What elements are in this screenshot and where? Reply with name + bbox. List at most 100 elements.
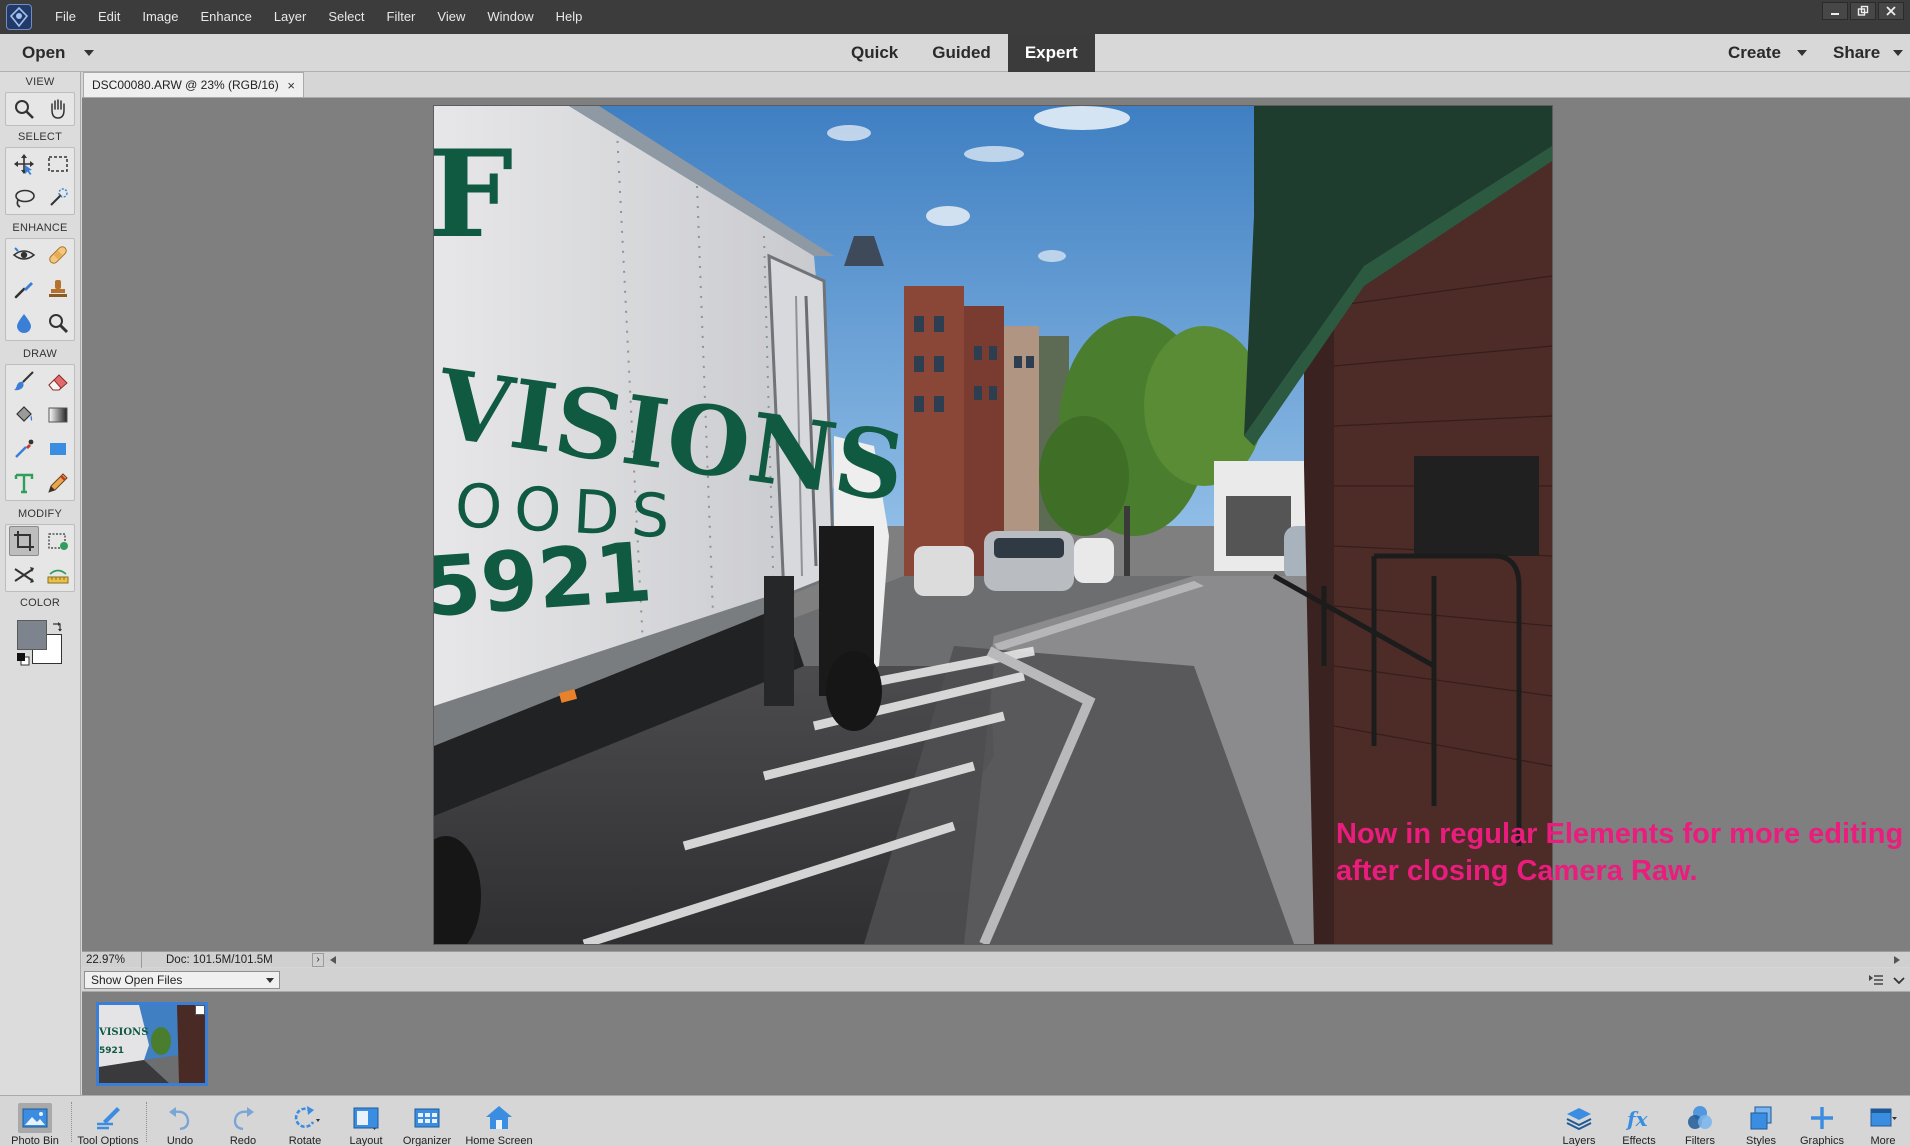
close-window-button[interactable] [1878,2,1904,20]
brush-tool-button[interactable] [9,366,39,396]
recompose-icon [48,533,68,550]
marquee-icon [48,156,68,172]
taskbar-separator [71,1102,72,1142]
collapse-bin-icon[interactable] [1892,973,1906,987]
home-screen-button[interactable]: Home Screen [465,1098,533,1146]
scroll-right-icon[interactable] [1894,956,1900,964]
organizer-button[interactable]: Organizer [395,1098,459,1146]
blur-tool-button[interactable] [9,308,39,338]
undo-button[interactable]: Undo [148,1098,212,1146]
canvas-area[interactable]: F VISIONS OODS 5921 Now in regular Eleme… [82,98,1910,951]
quick-selection-tool-button[interactable] [43,183,73,213]
menu-select[interactable]: Select [317,0,375,34]
brush-icon [14,371,34,391]
hand-tool-button[interactable] [43,94,73,124]
clone-stamp-tool-button[interactable] [43,274,73,304]
tab-quick[interactable]: Quick [834,34,915,72]
pencil-tool-button[interactable] [43,468,73,498]
status-menu-arrow[interactable]: › [312,953,324,967]
effects-button[interactable]: fx Effects [1607,1098,1671,1146]
thumbnail-badge [195,1005,205,1015]
truck-text-f: F [434,124,513,265]
move-tool-button[interactable] [9,149,39,179]
straighten-tool-button[interactable] [43,560,73,590]
open-button[interactable]: Open [22,34,65,72]
scroll-left-icon[interactable] [330,956,336,964]
layers-button[interactable]: Layers [1547,1098,1611,1146]
rectangular-marquee-tool-button[interactable] [43,149,73,179]
menu-view[interactable]: View [426,0,476,34]
gradient-tool-button[interactable] [43,400,73,430]
paint-bucket-icon [16,406,33,422]
eraser-icon [48,374,68,391]
horizontal-scrollbar[interactable] [328,955,1902,965]
tool-group-view [5,92,75,126]
smart-brush-tool-button[interactable] [9,274,39,304]
menu-filter[interactable]: Filter [376,0,427,34]
eyedropper-tool-button[interactable] [9,434,39,464]
tool-options-button[interactable]: Tool Options [76,1098,140,1146]
foreground-color-swatch[interactable] [17,620,47,650]
menu-layer[interactable]: Layer [263,0,318,34]
graphics-button[interactable]: Graphics [1790,1098,1854,1146]
annotation-line-2: after closing Camera Raw. [1336,855,1698,887]
rectangle-shape-tool-button[interactable] [43,434,73,464]
redo-button[interactable]: Redo [211,1098,275,1146]
open-dropdown-icon[interactable] [84,50,94,56]
eraser-tool-button[interactable] [43,366,73,396]
section-label-draw: DRAW [23,348,57,360]
photo-bin-button[interactable]: Photo Bin [3,1098,67,1146]
minimize-button[interactable] [1822,2,1848,20]
recompose-tool-button[interactable] [43,526,73,556]
menu-window[interactable]: Window [476,0,544,34]
undo-label: Undo [166,1135,194,1146]
tab-expert[interactable]: Expert [1007,34,1095,72]
content-aware-move-icon [14,567,34,583]
menu-image[interactable]: Image [131,0,189,34]
close-document-icon[interactable]: × [287,73,295,98]
more-button[interactable]: More [1851,1098,1910,1146]
layout-button[interactable]: Layout [334,1098,398,1146]
app-logo-icon[interactable] [6,4,32,30]
sponge-tool-button[interactable] [43,308,73,338]
swap-colors-icon[interactable] [51,620,63,632]
hand-icon [51,99,65,119]
restore-button[interactable] [1850,2,1876,20]
share-button[interactable]: Share [1833,34,1880,72]
rotate-label: Rotate [288,1135,322,1146]
document-tab[interactable]: DSC00080.ARW @ 23% (RGB/16) × [83,72,304,98]
menu-edit[interactable]: Edit [87,0,131,34]
create-button[interactable]: Create [1728,34,1781,72]
filters-button[interactable]: Filters [1668,1098,1732,1146]
menu-enhance[interactable]: Enhance [190,0,263,34]
create-dropdown-icon[interactable] [1797,50,1807,56]
bandage-icon [49,246,67,264]
crop-tool-button[interactable] [9,526,39,556]
photo-bin-header: Show Open Files [82,968,1910,992]
bin-menu-icon[interactable] [1868,973,1884,987]
zoom-level-field[interactable]: 22.97% [86,952,142,968]
paint-bucket-tool-button[interactable] [9,400,39,430]
menu-items: File Edit Image Enhance Layer Select Fil… [44,0,593,34]
section-label-view: VIEW [25,76,55,88]
default-colors-icon[interactable] [16,652,30,666]
spot-healing-brush-tool-button[interactable] [43,240,73,270]
lasso-tool-button[interactable] [9,183,39,213]
share-dropdown-icon[interactable] [1893,50,1903,56]
red-eye-tool-button[interactable] [9,240,39,270]
styles-button[interactable]: Styles [1729,1098,1793,1146]
menu-file[interactable]: File [44,0,87,34]
content-aware-move-tool-button[interactable] [9,560,39,590]
type-tool-button[interactable] [9,468,39,498]
section-label-color: COLOR [19,597,61,609]
smart-brush-icon [14,282,33,299]
lasso-icon [15,189,35,208]
menu-help[interactable]: Help [545,0,594,34]
photo-bin-source-dropdown[interactable]: Show Open Files [84,971,280,989]
tab-guided[interactable]: Guided [915,34,1008,72]
zoom-tool-button[interactable] [9,94,39,124]
rotate-button[interactable]: Rotate [273,1098,337,1146]
taskbar-separator [146,1102,147,1142]
open-file-thumbnail[interactable]: VISIONS 5921 [96,1002,208,1086]
home-screen-icon [486,1106,512,1129]
